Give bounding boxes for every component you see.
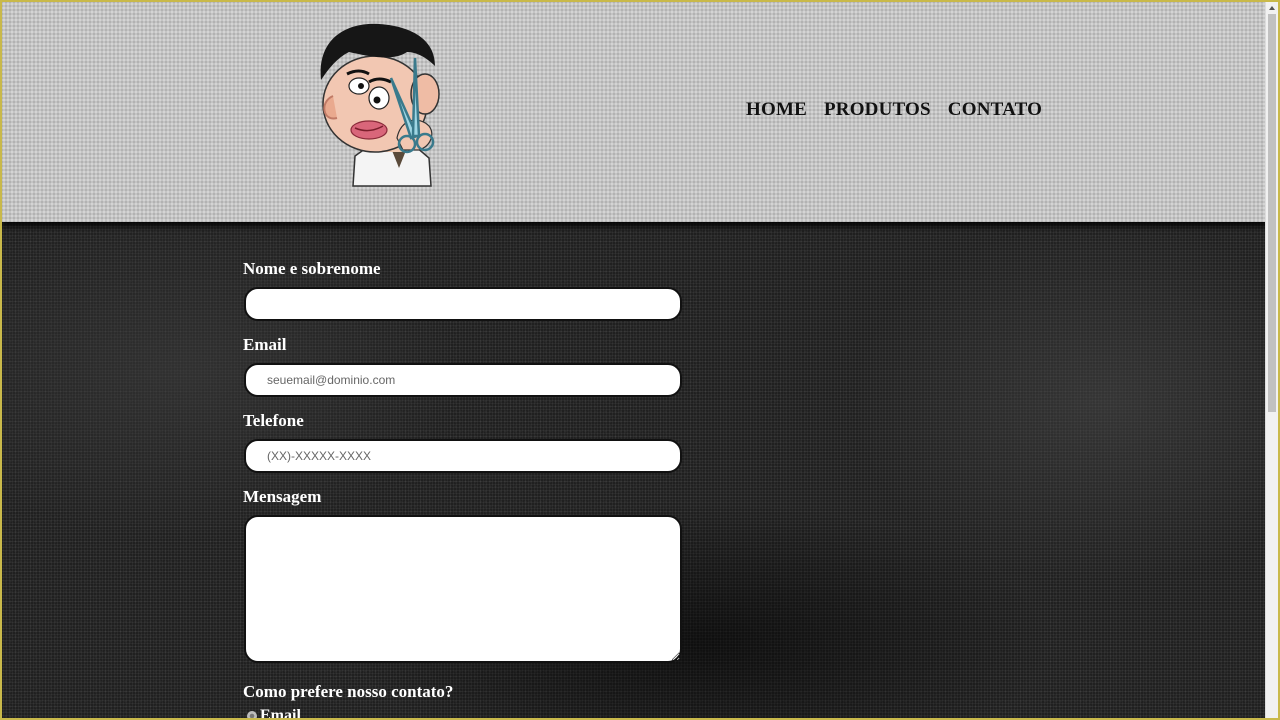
email-radio[interactable] bbox=[247, 711, 257, 718]
logo-image bbox=[320, 23, 440, 187]
message-label: Mensagem bbox=[243, 487, 322, 506]
email-label: Email bbox=[243, 335, 287, 354]
phone-label: Telefone bbox=[243, 411, 304, 430]
nav-contato-link[interactable]: CONTATO bbox=[948, 99, 1042, 121]
name-label: Nome e sobrenome bbox=[243, 259, 381, 278]
name-input[interactable] bbox=[244, 287, 682, 321]
scrollbar-thumb[interactable] bbox=[1268, 14, 1276, 412]
contact-option-email[interactable]: Email bbox=[247, 707, 683, 720]
email-input[interactable] bbox=[244, 363, 682, 397]
contact-preference-label: Como prefere nosso contato? bbox=[243, 682, 454, 701]
nav-produtos-link[interactable]: PRODUTOS bbox=[824, 99, 931, 121]
contact-form: Nome e sobrenome Email Telefone Mensagem… bbox=[243, 258, 683, 720]
vertical-scrollbar[interactable] bbox=[1265, 2, 1278, 718]
logo-mr-bean-barber[interactable] bbox=[307, 18, 457, 188]
page: HOME PRODUTOS CONTATO Nome e sobrenome E… bbox=[0, 0, 1280, 720]
site-header: HOME PRODUTOS CONTATO bbox=[2, 2, 1268, 222]
email-radio-label: Email bbox=[260, 707, 301, 720]
nav-home-link[interactable]: HOME bbox=[746, 99, 807, 121]
message-textarea[interactable] bbox=[244, 515, 682, 663]
scroll-up-arrow-icon[interactable] bbox=[1269, 6, 1275, 10]
main-nav: HOME PRODUTOS CONTATO bbox=[746, 99, 1042, 121]
phone-input[interactable] bbox=[244, 439, 682, 473]
